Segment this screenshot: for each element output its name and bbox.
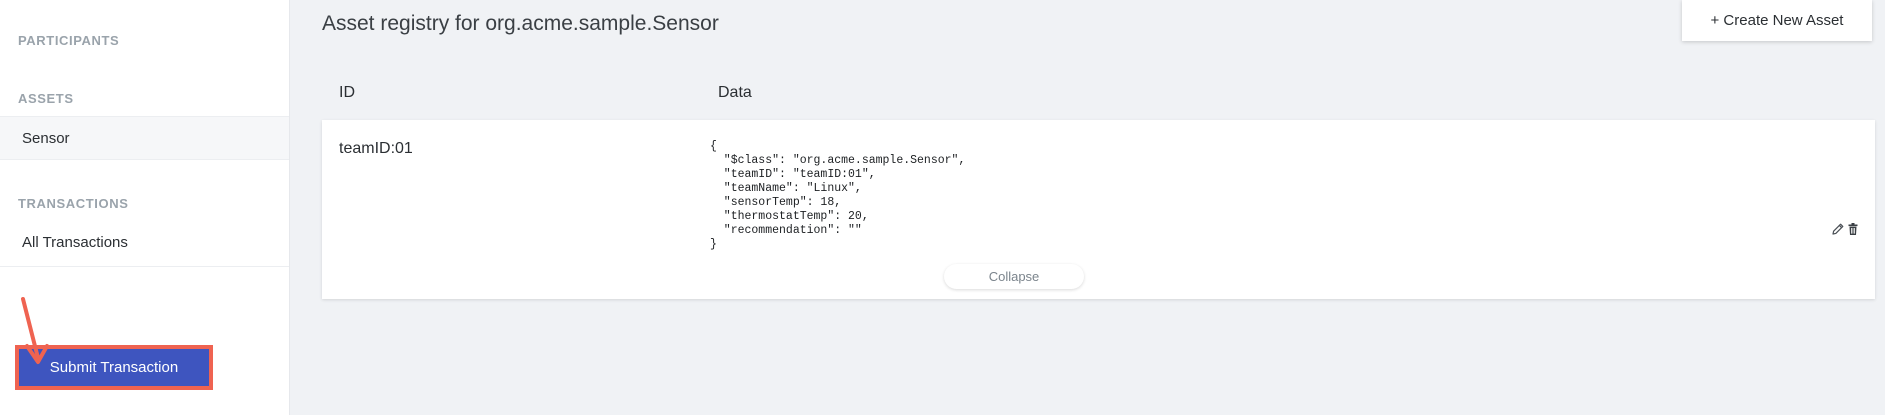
- asset-row: teamID:01 { "$class": "org.acme.sample.S…: [322, 120, 1875, 299]
- column-header-data: Data: [718, 84, 752, 101]
- page-title: Asset registry for org.acme.sample.Senso…: [322, 12, 719, 35]
- pencil-icon[interactable]: [1831, 222, 1845, 236]
- sidebar-divider: [0, 266, 289, 267]
- sidebar: PARTICIPANTS ASSETS Sensor TRANSACTIONS …: [0, 0, 290, 415]
- participants-heading: PARTICIPANTS: [18, 33, 120, 48]
- submit-transaction-button[interactable]: Submit Transaction: [19, 349, 209, 386]
- trash-icon[interactable]: [1846, 222, 1860, 236]
- sidebar-item-sensor[interactable]: Sensor: [0, 116, 289, 160]
- column-header-id: ID: [339, 84, 355, 101]
- collapse-button[interactable]: Collapse: [944, 264, 1084, 289]
- sidebar-item-all-transactions[interactable]: All Transactions: [0, 221, 289, 265]
- create-new-asset-button[interactable]: + Create New Asset: [1682, 0, 1872, 41]
- transactions-heading: TRANSACTIONS: [18, 196, 129, 211]
- sidebar-item-label: Sensor: [22, 130, 70, 147]
- asset-json-data: { "$class": "org.acme.sample.Sensor", "t…: [710, 140, 966, 251]
- assets-heading: ASSETS: [18, 91, 74, 106]
- sidebar-item-label: All Transactions: [22, 234, 128, 251]
- asset-id: teamID:01: [339, 140, 413, 157]
